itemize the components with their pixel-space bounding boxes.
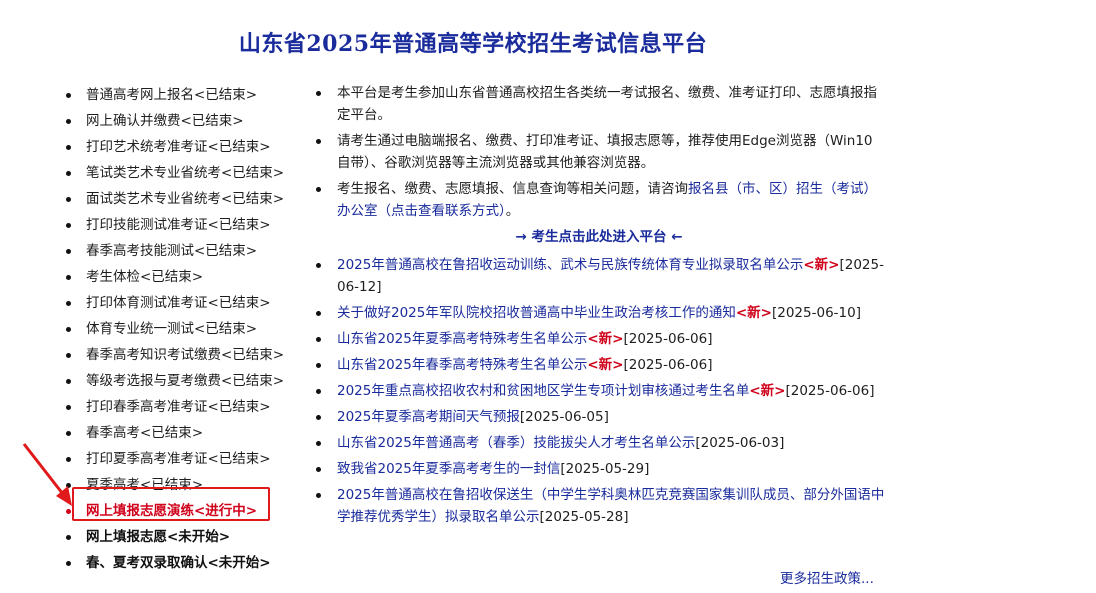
menu-item-art-ticket[interactable]: 打印艺术统考准考证<已结束>	[66, 134, 284, 160]
menu-item-skill-ticket[interactable]: 打印技能测试准考证<已结束>	[66, 212, 284, 238]
new-badge: <新>	[749, 383, 786, 399]
highlight-box	[72, 487, 270, 521]
menu-item-spring-skill-test[interactable]: 春季高考技能测试<已结束>	[66, 238, 284, 264]
news-title[interactable]: 2025年夏季高考期间天气预报	[337, 409, 520, 425]
menu-item-confirm-pay[interactable]: 网上确认并缴费<已结束>	[66, 108, 284, 134]
news-date: [2025-06-06]	[623, 357, 713, 373]
menu-item-level-exam-fee[interactable]: 等级考选报与夏考缴费<已结束>	[66, 368, 284, 394]
menu-item-art-written-exam[interactable]: 笔试类艺术专业省统考<已结束>	[66, 160, 284, 186]
news-date: [2025-06-06]	[623, 331, 713, 347]
news-item[interactable]: 2025年重点高校招收农村和贫困地区学生专项计划审核通过考生名单<新>[2025…	[313, 380, 885, 402]
news-item[interactable]: 致我省2025年夏季高考考生的一封信[2025-05-29]	[313, 458, 885, 480]
news-date: [2025-05-28]	[539, 509, 629, 525]
news-title[interactable]: 山东省2025年普通高考（春季）技能拔尖人才考生名单公示	[337, 435, 695, 451]
news-item[interactable]: 2025年夏季高考期间天气预报[2025-06-05]	[313, 406, 885, 428]
news-date: [2025-05-29]	[560, 461, 650, 477]
new-badge: <新>	[587, 357, 624, 373]
news-title[interactable]: 山东省2025年春季高考特殊考生名单公示	[337, 357, 587, 373]
news-title[interactable]: 致我省2025年夏季高考考生的一封信	[337, 461, 560, 477]
menu-item-spring-exam[interactable]: 春季高考<已结束>	[66, 420, 284, 446]
menu-item-spring-knowledge-fee[interactable]: 春季高考知识考试缴费<已结束>	[66, 342, 284, 368]
enter-platform-link[interactable]: → 考生点击此处进入平台 ←	[313, 226, 885, 248]
menu-item-sports-test[interactable]: 体育专业统一测试<已结束>	[66, 316, 284, 342]
news-title[interactable]: 山东省2025年夏季高考特殊考生名单公示	[337, 331, 587, 347]
news-title[interactable]: 2025年重点高校招收农村和贫困地区学生专项计划审核通过考生名单	[337, 383, 749, 399]
info-item-platform: 本平台是考生参加山东省普通高校招生各类统一考试报名、缴费、准考证打印、志愿填报指…	[313, 82, 885, 126]
menu-item-spring-ticket[interactable]: 打印春季高考准考证<已结束>	[66, 394, 284, 420]
news-item[interactable]: 山东省2025年春季高考特殊考生名单公示<新>[2025-06-06]	[313, 354, 885, 376]
news-date: [2025-06-05]	[519, 409, 609, 425]
news-date: [2025-06-06]	[785, 383, 875, 399]
new-badge: <新>	[587, 331, 624, 347]
menu-item-application[interactable]: 网上填报志愿<未开始>	[66, 524, 284, 550]
page-title: 山东省2025年普通高等学校招生考试信息平台	[238, 31, 708, 57]
news-title[interactable]: 关于做好2025年军队院校招收普通高中毕业生政治考核工作的通知	[337, 305, 736, 321]
red-arrow-icon	[22, 443, 72, 506]
news-item[interactable]: 2025年普通高校在鲁招收保送生（中学生学科奥林匹克竞赛国家集训队成员、部分外国…	[313, 484, 885, 528]
news-date: [2025-06-03]	[695, 435, 785, 451]
menu-item-admission-confirm[interactable]: 春、夏考双录取确认<未开始>	[66, 550, 284, 576]
menu-item-sports-ticket[interactable]: 打印体育测试准考证<已结束>	[66, 290, 284, 316]
news-date: [2025-06-10]	[771, 305, 861, 321]
info-item-browser: 请考生通过电脑端报名、缴费、打印准考证、填报志愿等，推荐使用Edge浏览器（Wi…	[313, 130, 885, 174]
menu-item-summer-ticket[interactable]: 打印夏季高考准考证<已结束>	[66, 446, 284, 472]
news-title[interactable]: 2025年普通高校在鲁招收运动训练、武术与民族传统体育专业拟录取名单公示	[337, 257, 803, 273]
menu-item-online-registration[interactable]: 普通高考网上报名<已结束>	[66, 82, 284, 108]
contact-suffix: 。	[505, 203, 520, 219]
news-item[interactable]: 山东省2025年夏季高考特殊考生名单公示<新>[2025-06-06]	[313, 328, 885, 350]
more-policies-link[interactable]: 更多招生政策...	[780, 567, 874, 587]
info-item-contact: 考生报名、缴费、志愿填报、信息查询等相关问题，请咨询报名县（市、区）招生（考试）…	[313, 178, 885, 222]
contact-text: 考生报名、缴费、志愿填报、信息查询等相关问题，请咨询	[337, 181, 688, 197]
new-badge: <新>	[803, 257, 840, 273]
info-panel: 本平台是考生参加山东省普通高校招生各类统一考试报名、缴费、准考证打印、志愿填报指…	[313, 82, 885, 532]
news-item[interactable]: 关于做好2025年军队院校招收普通高中毕业生政治考核工作的通知<新>[2025-…	[313, 302, 885, 324]
news-item[interactable]: 2025年普通高校在鲁招收运动训练、武术与民族传统体育专业拟录取名单公示<新>[…	[313, 254, 885, 298]
menu-item-physical-exam[interactable]: 考生体检<已结束>	[66, 264, 284, 290]
menu-item-art-interview-exam[interactable]: 面试类艺术专业省统考<已结束>	[66, 186, 284, 212]
new-badge: <新>	[735, 305, 772, 321]
news-item[interactable]: 山东省2025年普通高考（春季）技能拔尖人才考生名单公示[2025-06-03]	[313, 432, 885, 454]
